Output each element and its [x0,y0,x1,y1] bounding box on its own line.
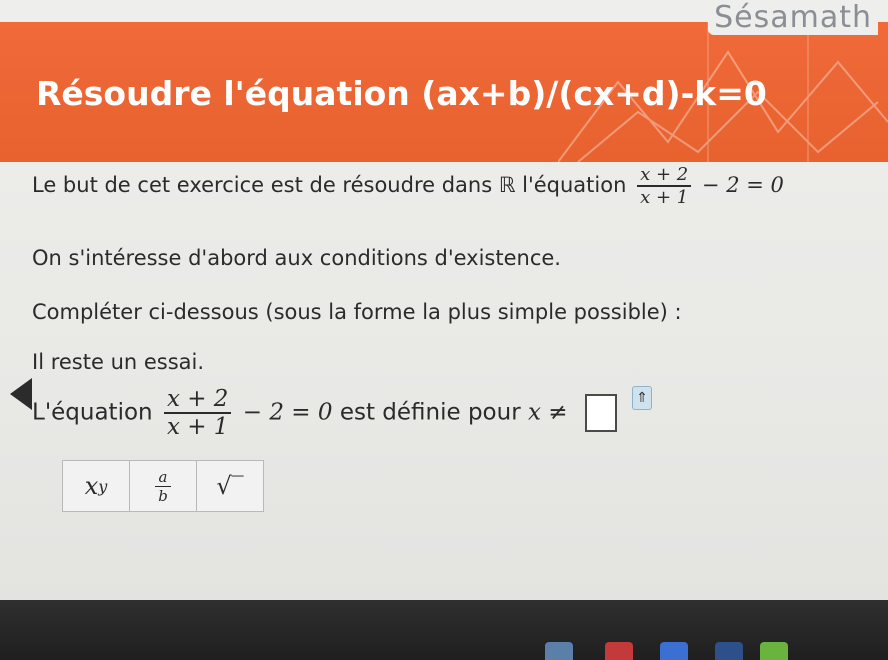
intro-fraction-denominator: x + 1 [640,187,689,208]
power-key[interactable]: xy [62,460,130,512]
power-exponent: y [98,476,108,496]
fraction-key-glyph: a b [155,468,171,505]
intro-line: Le but de cet exercice est de résoudre d… [32,164,784,208]
question-line: L'équation x + 2 x + 1 − 2 = 0 est défin… [32,386,653,440]
sqrt-icon: √‾ [216,472,244,500]
intro-fraction: x + 2 x + 1 [637,164,692,208]
page-title: Résoudre l'équation (ax+b)/(cx+d)-k=0 [36,74,767,113]
power-base: x [84,472,99,500]
intro-fraction-numerator: x + 2 [637,164,692,187]
title-banner: Résoudre l'équation (ax+b)/(cx+d)-k=0 [0,22,888,162]
taskbar-app-icon[interactable] [660,642,688,660]
instruction-text: Compléter ci-dessous (sous la forme la p… [32,300,682,324]
condition-symbol: x ≠ [527,399,568,426]
brand-logo: Sésamath [708,0,878,35]
question-fraction-numerator: x + 2 [163,386,232,414]
intro-text: Le but de cet exercice est de résoudre d… [32,173,627,197]
conditions-text: On s'intéresse d'abord aux conditions d'… [32,246,561,270]
question-fraction-denominator: x + 1 [166,414,229,440]
question-equation-tail: − 2 = 0 [242,399,333,426]
fraction-key[interactable]: a b [130,460,197,512]
question-middle: est définie pour [339,399,521,426]
exercise-screen: Sésamath Résoudre l'équation (ax+b)/(cx+… [0,0,888,600]
intro-equation-tail: − 2 = 0 [701,173,784,197]
previous-arrow-icon[interactable] [10,378,32,410]
taskbar-app-icon[interactable] [545,642,573,660]
taskbar [0,600,888,660]
fraction-key-numerator: a [155,468,171,487]
fraction-key-denominator: b [158,486,168,505]
math-keypad: xy a b √‾ [62,460,264,512]
taskbar-app-icon[interactable] [605,642,633,660]
taskbar-app-icon[interactable] [760,642,788,660]
attempts-remaining: Il reste un essai. [32,350,205,374]
taskbar-app-icon[interactable] [715,642,743,660]
sqrt-key[interactable]: √‾ [197,460,264,512]
answer-input[interactable] [584,394,617,432]
toggle-keypad-icon[interactable]: ⇑ [632,386,653,410]
question-fraction: x + 2 x + 1 [163,386,232,440]
question-prefix: L'équation [32,399,153,426]
